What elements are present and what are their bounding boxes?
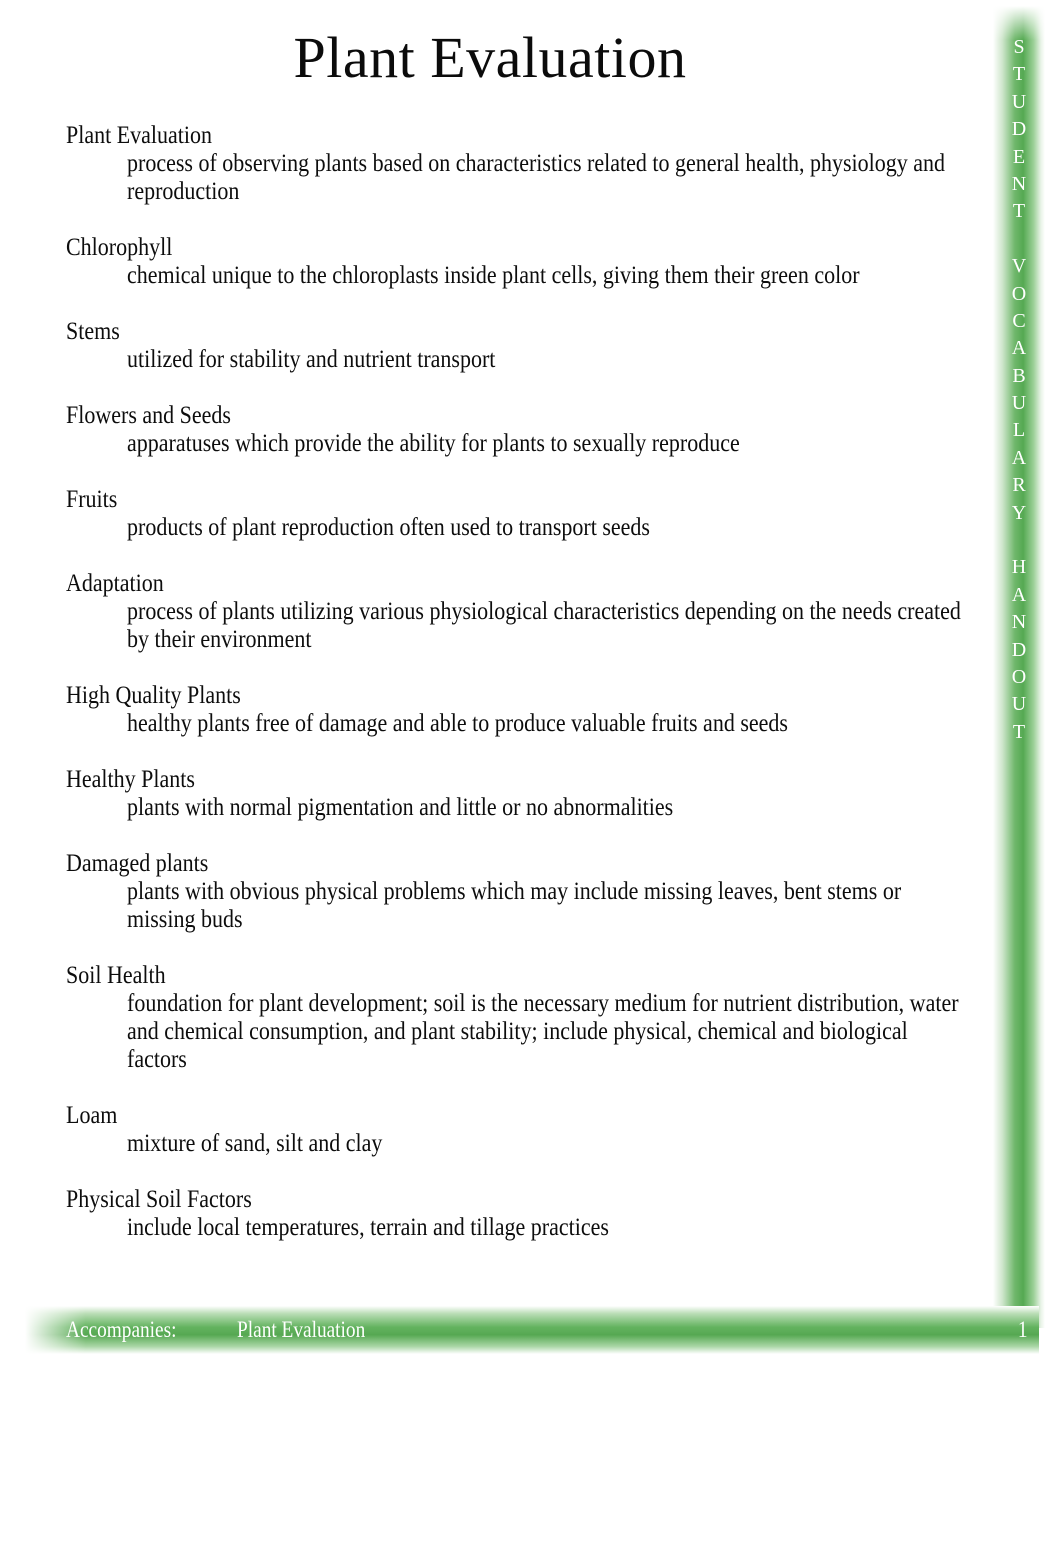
side-band-letter: O bbox=[1011, 282, 1027, 305]
document-page: Plant Evaluation Plant Evaluation process… bbox=[0, 0, 1062, 1561]
glossary-entry: Adaptation process of plants utilizing va… bbox=[66, 570, 961, 654]
glossary-term: Loam bbox=[66, 1102, 118, 1129]
side-band-letter: R bbox=[1012, 474, 1026, 497]
side-band-letter: D bbox=[1011, 638, 1027, 661]
glossary-definition: mixture of sand, silt and clay bbox=[127, 1130, 383, 1157]
glossary-definition: chemical unique to the chloroplasts insi… bbox=[127, 262, 860, 289]
side-band-letter: E bbox=[1012, 145, 1026, 168]
side-band-letter: U bbox=[1011, 90, 1027, 113]
glossary-entry: Physical Soil Factors include local tempe… bbox=[66, 1186, 916, 1242]
footer-accompanies-label: Accompanies: bbox=[66, 1317, 177, 1342]
glossary-term: Adaptation bbox=[66, 570, 164, 597]
glossary-entry: High Quality Plants healthy plants free o… bbox=[66, 682, 916, 738]
glossary-definition: products of plant reproduction often use… bbox=[127, 514, 650, 541]
side-band-letter: U bbox=[1011, 392, 1027, 415]
side-band-letter: A bbox=[1011, 446, 1027, 469]
side-band-letter: C bbox=[1012, 309, 1026, 332]
side-band-letter: Y bbox=[1011, 501, 1027, 524]
glossary-definition: healthy plants free of damage and able t… bbox=[127, 710, 788, 737]
glossary-term: Chlorophyll bbox=[66, 234, 173, 261]
side-band-letter: S bbox=[1013, 36, 1025, 58]
glossary-definition: plants with obvious physical problems wh… bbox=[127, 878, 902, 933]
side-band-letter: T bbox=[1012, 720, 1026, 743]
side-band-letter: U bbox=[1011, 693, 1027, 716]
glossary-definition: apparatuses which provide the ability fo… bbox=[127, 430, 740, 457]
glossary-definition: process of plants utilizing various phys… bbox=[127, 598, 961, 653]
glossary-definition: utilized for stability and nutrient tran… bbox=[127, 346, 496, 373]
glossary-entry: Soil Health foundation for plant developm… bbox=[66, 962, 959, 1074]
side-band-letter: T bbox=[1012, 200, 1026, 223]
glossary-list: Plant Evaluation process of observing pla… bbox=[66, 122, 961, 1242]
side-band-letter: N bbox=[1011, 611, 1027, 634]
glossary-definition: include local temperatures, terrain and … bbox=[127, 1214, 609, 1241]
glossary-entry: Stems utilized for stability and nutrient… bbox=[66, 318, 916, 374]
page-title: Plant Evaluation bbox=[293, 25, 687, 90]
side-band-letter: A bbox=[1011, 337, 1027, 360]
side-band-letter: V bbox=[1011, 255, 1027, 278]
glossary-term: Fruits bbox=[66, 486, 118, 513]
footer-bar: Accompanies: Plant Evaluation 1 bbox=[25, 1306, 1039, 1354]
glossary-term: High Quality Plants bbox=[66, 682, 241, 709]
glossary-entry: Flowers and Seeds apparatuses which provi… bbox=[66, 402, 916, 458]
glossary-term: Flowers and Seeds bbox=[66, 402, 231, 429]
glossary-entry: Plant Evaluation process of observing pla… bbox=[66, 122, 945, 206]
footer-content: Accompanies: Plant Evaluation 1 bbox=[25, 1306, 1039, 1354]
glossary-entry: Fruits products of plant reproduction oft… bbox=[66, 486, 916, 542]
glossary-term: Plant Evaluation bbox=[66, 122, 213, 149]
glossary-definition: plants with normal pigmentation and litt… bbox=[127, 794, 674, 821]
side-vocabulary-band: STUDENT VOCABULARY HANDOUT bbox=[993, 6, 1045, 1328]
side-band-letter: T bbox=[1012, 63, 1026, 86]
side-band-letter: D bbox=[1011, 118, 1027, 141]
side-band-letter: N bbox=[1011, 172, 1027, 195]
glossary-definition: process of observing plants based on cha… bbox=[127, 150, 946, 205]
side-band-letter: B bbox=[1012, 364, 1026, 387]
glossary-term: Physical Soil Factors bbox=[66, 1186, 252, 1213]
glossary-entry: Chlorophyll chemical unique to the chloro… bbox=[66, 234, 916, 290]
glossary-entry: Loam mixture of sand, silt and clay bbox=[66, 1102, 916, 1158]
glossary-entry: Healthy Plants plants with normal pigment… bbox=[66, 766, 916, 822]
side-band-letter: O bbox=[1011, 665, 1027, 688]
footer-page-number: 1 bbox=[1017, 1317, 1028, 1342]
glossary-term: Healthy Plants bbox=[66, 766, 195, 793]
footer-document-name: Plant Evaluation bbox=[237, 1317, 366, 1342]
side-band-letter: A bbox=[1011, 583, 1027, 606]
glossary-term: Soil Health bbox=[66, 962, 166, 989]
side-band-letter: H bbox=[1011, 556, 1027, 579]
side-band-letter: L bbox=[1012, 419, 1026, 442]
glossary-term: Stems bbox=[66, 318, 120, 345]
glossary-entry: Damaged plants plants with obvious physic… bbox=[66, 850, 916, 934]
glossary-term: Damaged plants bbox=[66, 850, 209, 877]
glossary-definition: foundation for plant development; soil i… bbox=[127, 990, 959, 1073]
